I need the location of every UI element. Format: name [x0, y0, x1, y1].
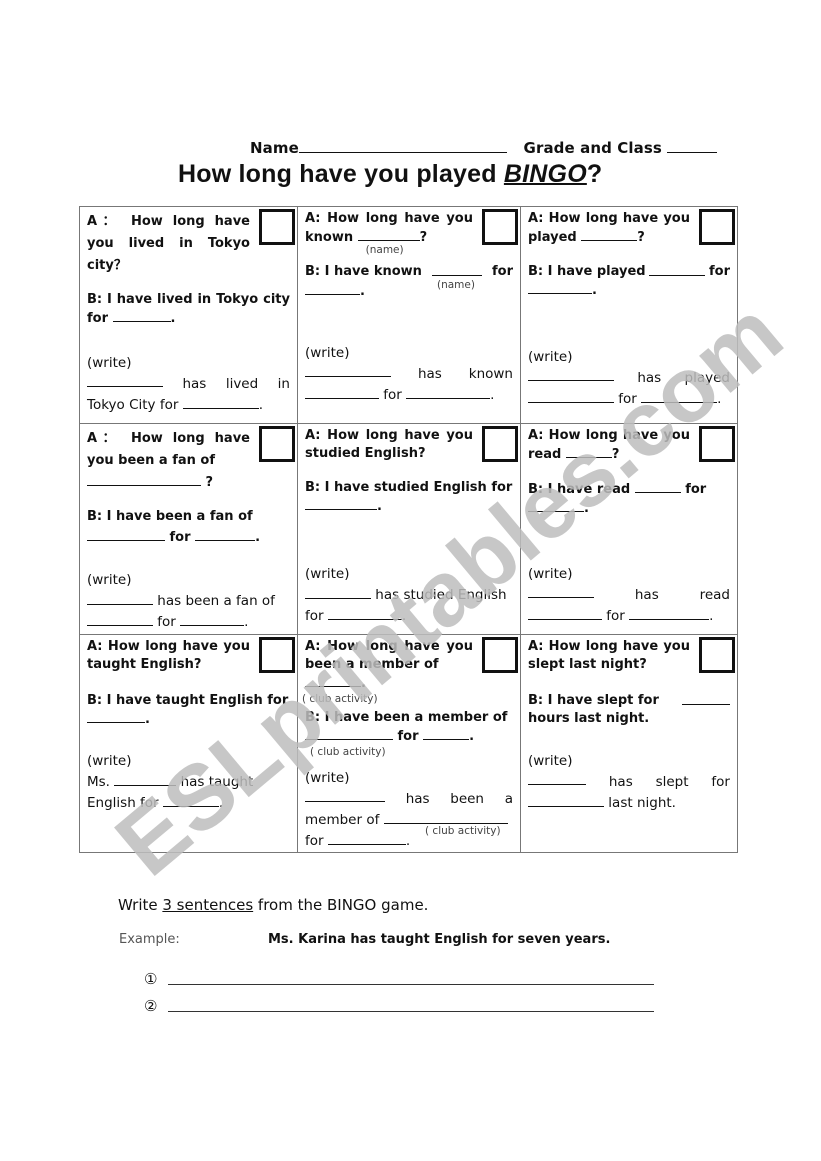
question-a: A: How long have you played ?: [528, 211, 690, 245]
bingo-cell-taught-english: A: How long have you taught English? B: …: [80, 635, 298, 852]
write-section: (write) has been a member of ( club activi…: [305, 770, 513, 849]
bingo-cell-slept: A: How long have you slept last night? B…: [521, 635, 737, 852]
bingo-checkbox[interactable]: [259, 637, 295, 673]
header-fields: Name Grade and Class: [250, 138, 718, 157]
answer-b: B: I have read for: [528, 482, 707, 497]
write-blank[interactable]: [305, 364, 391, 377]
bingo-cell-studied-english: A: How long have you studied English? B:…: [298, 424, 521, 635]
answer-b: B: I have lived in Tokyo city for .: [87, 292, 290, 326]
write-blank[interactable]: [180, 613, 245, 626]
question-a: A: How long have you read ?: [528, 428, 690, 462]
write-section: (write) has played for .: [528, 349, 730, 407]
title-suffix: ?: [586, 160, 603, 188]
question-a: A: How long have you taught English?: [87, 639, 250, 672]
answer-b: B: I have taught English for: [87, 693, 289, 708]
write-section: (write) has lived in Tokyo City for .: [87, 355, 290, 413]
bingo-cell-club-member: A: How long have you been a member of . …: [298, 635, 521, 852]
write-section: (write) has studied English for .: [305, 566, 507, 624]
bingo-checkbox[interactable]: [259, 209, 295, 245]
write-blank[interactable]: [406, 386, 491, 399]
write-blank[interactable]: [305, 386, 379, 399]
bingo-cell-lived-tokyo: A： How long have you lived in Tokyo city…: [80, 207, 298, 424]
write-label: (write): [87, 355, 132, 371]
bingo-cell-played: A: How long have you played ? B: I have …: [521, 207, 737, 424]
write-blank[interactable]: [629, 607, 710, 620]
answer-line-1[interactable]: ①: [144, 970, 654, 988]
write-section: (write) has known for .: [305, 345, 513, 403]
bingo-checkbox[interactable]: [699, 426, 735, 462]
instructions: Write 3 sentences from the BINGO game.: [118, 896, 429, 914]
page-title: How long have you played BINGO?: [178, 160, 602, 189]
question-a: A: How long have you known (name)?: [305, 211, 473, 256]
write-blank[interactable]: [528, 794, 604, 807]
write-blank[interactable]: [162, 794, 219, 807]
answer-b: B: I have known (name) for: [305, 264, 513, 291]
write-section: (write) has slept for last night.: [528, 753, 730, 811]
hint-club-activity: ( club activity): [310, 746, 386, 758]
bingo-checkbox[interactable]: [482, 426, 518, 462]
bingo-checkbox[interactable]: [482, 209, 518, 245]
answer-line-2[interactable]: ②: [144, 997, 654, 1015]
write-blank[interactable]: [641, 390, 718, 403]
write-section: (write) has been a fan of for .: [87, 572, 275, 630]
answer-rule[interactable]: [168, 984, 654, 985]
question-a: A: How long have you slept last night?: [528, 639, 690, 672]
write-section: (write) Ms. has taught English for .: [87, 753, 254, 811]
write-blank[interactable]: [87, 613, 153, 626]
question-a: A： How long have you been a fan of: [87, 431, 250, 468]
write-blank[interactable]: [327, 607, 402, 620]
bingo-checkbox[interactable]: [699, 637, 735, 673]
write-blank[interactable]: [528, 607, 602, 620]
write-blank[interactable]: [528, 390, 614, 403]
name-field[interactable]: [298, 138, 507, 153]
bingo-cell-known: A: How long have you known (name)? B: I …: [298, 207, 521, 424]
bingo-grid: A： How long have you lived in Tokyo city…: [79, 206, 738, 853]
answer-rule[interactable]: [168, 1011, 654, 1012]
grade-class-field[interactable]: [667, 138, 718, 153]
write-blank[interactable]: [114, 773, 177, 786]
write-blank[interactable]: [528, 585, 594, 598]
question-a: A: How long have you been a member of: [305, 639, 473, 672]
question-a: A： How long have you lived in Tokyo city…: [87, 214, 250, 273]
bingo-checkbox[interactable]: [699, 209, 735, 245]
answer-b: B: I have slept for: [528, 692, 730, 710]
write-blank[interactable]: [87, 374, 163, 387]
write-blank[interactable]: [327, 832, 406, 845]
question-a: A: How long have you studied English?: [305, 428, 473, 461]
write-blank[interactable]: [87, 592, 153, 605]
write-blank[interactable]: [305, 586, 371, 599]
line-number: ②: [144, 997, 158, 1015]
answer-b: B: I have studied English for: [305, 480, 513, 495]
bingo-cell-fan: A： How long have you been a fan of ? B: …: [80, 424, 298, 635]
name-label: Name: [250, 139, 299, 157]
line-number: ①: [144, 970, 158, 988]
write-section: (write) has read for .: [528, 566, 730, 624]
write-blank[interactable]: [182, 396, 259, 409]
example-sentence: Ms. Karina has taught English for seven …: [268, 932, 611, 947]
write-blank[interactable]: [305, 789, 385, 802]
example-label: Example:: [119, 932, 180, 947]
hint-club-activity: ( club activity): [302, 693, 378, 705]
write-blank[interactable]: [528, 368, 614, 381]
bingo-checkbox[interactable]: [259, 426, 295, 462]
bingo-checkbox[interactable]: [482, 637, 518, 673]
bingo-cell-read: A: How long have you read ? B: I have re…: [521, 424, 737, 635]
title-bingo: BINGO: [503, 160, 587, 188]
answer-b: B: I have been a member of: [305, 710, 508, 725]
grade-class-label: Grade and Class: [523, 139, 662, 157]
answer-b: B: I have played for: [528, 264, 730, 279]
title-prefix: How long have you played: [178, 160, 504, 188]
answer-b: B: I have been a fan of: [87, 509, 253, 524]
write-blank[interactable]: [528, 772, 586, 785]
